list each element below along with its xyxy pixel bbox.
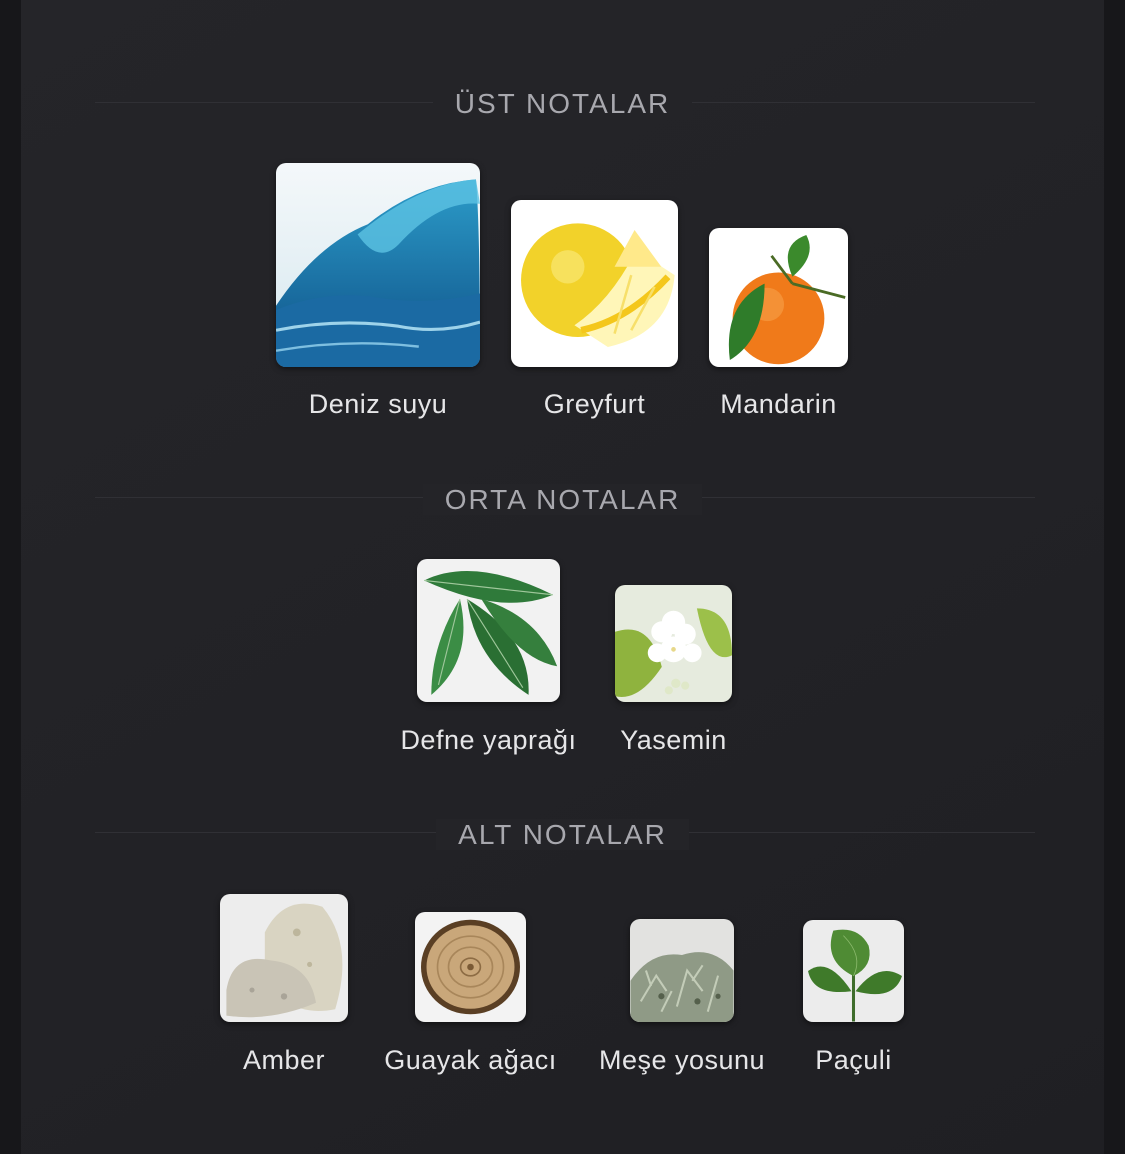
note-label: Guayak ağacı (384, 1045, 557, 1075)
bay-leaf-icon (417, 559, 560, 702)
note-label: Paçuli (815, 1045, 892, 1075)
note-label: Greyfurt (543, 389, 646, 419)
grapefruit-icon (511, 200, 678, 367)
notes-panel (21, 0, 1104, 1154)
note-label: Amber (242, 1045, 326, 1075)
note-label: Yasemin (620, 725, 727, 755)
note-label: Deniz suyu (308, 389, 448, 419)
patchouli-icon (803, 920, 904, 1022)
sea-wave-icon (276, 163, 480, 367)
jasmine-icon (615, 585, 732, 702)
note-label: Mandarin (720, 389, 837, 419)
section-title-middle-notes: ORTA NOTALAR (0, 480, 1125, 520)
note-label: Meşe yosunu (598, 1045, 766, 1075)
note-label: Defne yaprağı (400, 725, 577, 755)
mandarin-icon (709, 228, 848, 367)
section-title-top-notes: ÜST NOTALAR (0, 84, 1125, 124)
guaiac-wood-icon (415, 912, 526, 1022)
oakmoss-icon (630, 919, 734, 1022)
amber-stone-icon (220, 894, 348, 1022)
section-title-base-notes: ALT NOTALAR (0, 815, 1125, 855)
